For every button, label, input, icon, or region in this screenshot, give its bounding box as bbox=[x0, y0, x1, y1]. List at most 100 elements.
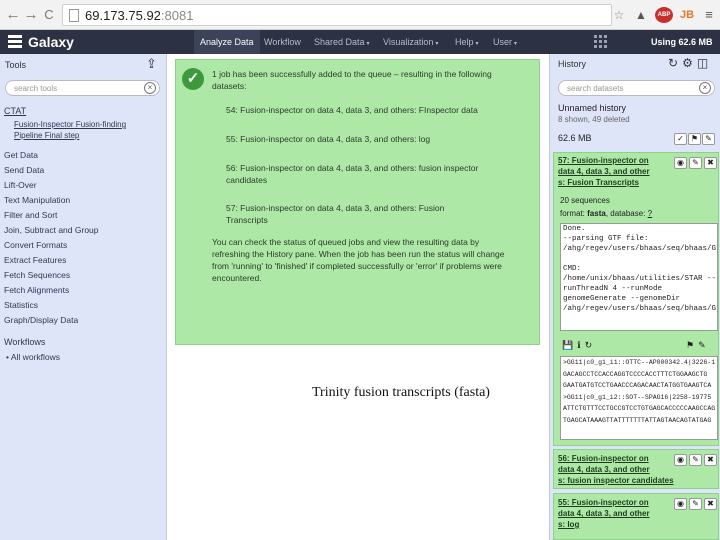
dataset-57[interactable]: 57: Fusion-inspector on data 4, data 3, a… bbox=[553, 152, 719, 446]
adblock-icon[interactable]: ABP bbox=[655, 7, 673, 23]
tab-analyze-data[interactable]: Analyze Data bbox=[194, 30, 260, 54]
tool-section-fetch-alignments[interactable]: Fetch Alignments bbox=[4, 285, 69, 295]
clear-search-icon[interactable]: × bbox=[699, 82, 711, 94]
upload-icon[interactable]: ⇪ bbox=[146, 56, 157, 72]
tool-section-convert-formats[interactable]: Convert Formats bbox=[4, 240, 67, 250]
dataset-entry-54: 54: Fusion-inspector on data 4, data 3, … bbox=[226, 105, 478, 115]
download-icon[interactable]: 💾 bbox=[562, 340, 577, 350]
dataset-entry-57-cont: Transcripts bbox=[226, 215, 268, 225]
menu-icon[interactable]: ≡ bbox=[702, 6, 716, 24]
eye-icon[interactable]: ◉ bbox=[674, 157, 687, 169]
quota-usage: Using 62.6 MB bbox=[651, 37, 713, 47]
delete-icon[interactable]: ✖ bbox=[704, 498, 717, 510]
history-panel: History ↻⚙◫ search datasets × Unnamed hi… bbox=[549, 54, 720, 540]
tab-user[interactable]: User ▾ bbox=[493, 30, 517, 54]
dataset-57-tags: ⚑✎ bbox=[686, 340, 710, 351]
tool-panel: Tools ⇪ search tools × CTAT Fusion-Inspe… bbox=[0, 54, 167, 540]
tool-section-ctat[interactable]: CTAT bbox=[4, 106, 26, 116]
tool-fusion-inspector-line2[interactable]: Pipeline Final step bbox=[14, 131, 79, 140]
tab-shared-data[interactable]: Shared Data ▾ bbox=[314, 30, 370, 54]
dataset-entry-57: 57: Fusion-inspector on data 4, data 3, … bbox=[226, 203, 445, 213]
bookmark-star-icon[interactable]: ☆ bbox=[612, 6, 626, 24]
history-name[interactable]: Unnamed history bbox=[558, 103, 626, 113]
address-bar[interactable]: 69.173.75.92:8081 bbox=[62, 4, 612, 26]
workflows-title: Workflows bbox=[4, 337, 46, 347]
refresh-icon[interactable]: ↻ bbox=[668, 56, 682, 70]
dataset-57-info: Done. --parsing GTF file: /ahg/regev/use… bbox=[560, 223, 718, 331]
galaxy-logo-text[interactable]: Galaxy bbox=[28, 34, 74, 50]
tool-section-filter-sort[interactable]: Filter and Sort bbox=[4, 210, 57, 220]
message-line: datasets: bbox=[212, 81, 247, 91]
tool-section-fetch-sequences[interactable]: Fetch Sequences bbox=[4, 270, 70, 280]
history-title: History bbox=[558, 59, 587, 69]
tools-title: Tools bbox=[5, 60, 27, 70]
dataset-55-title[interactable]: 55: Fusion-inspector on data 4, data 3, a… bbox=[558, 497, 650, 530]
gear-icon[interactable]: ⚙ bbox=[682, 56, 697, 70]
dataset-55[interactable]: 55: Fusion-inspector on data 4, data 3, a… bbox=[553, 493, 719, 540]
rerun-icon[interactable]: ↻ bbox=[585, 340, 597, 350]
slide-caption: Trinity fusion transcripts (fasta) bbox=[312, 385, 490, 400]
reload-icon[interactable]: C bbox=[40, 6, 58, 24]
pencil-icon[interactable]: ✎ bbox=[689, 454, 702, 466]
dataset-57-title[interactable]: 57: Fusion-inspector on data 4, data 3, a… bbox=[558, 155, 650, 188]
tool-section-send-data[interactable]: Send Data bbox=[4, 165, 44, 175]
edit-history-icon[interactable]: ✓ bbox=[674, 133, 687, 145]
annotate-icon[interactable]: ✎ bbox=[702, 133, 715, 145]
tab-visualization[interactable]: Visualization ▾ bbox=[383, 30, 438, 54]
tool-search-input[interactable]: search tools × bbox=[5, 80, 160, 96]
drive-icon[interactable]: ▲ bbox=[634, 6, 648, 24]
clear-search-icon[interactable]: × bbox=[144, 82, 156, 94]
all-workflows-link[interactable]: • All workflows bbox=[6, 352, 60, 362]
message-footer: You can check the status of queued jobs … bbox=[212, 237, 480, 247]
dataset-57-peek: >GG11|c0_g1_i1::OTTC--AP000342.4|3226-1 … bbox=[560, 356, 718, 440]
delete-icon[interactable]: ✖ bbox=[704, 157, 717, 169]
tool-section-text-manipulation[interactable]: Text Manipulation bbox=[4, 195, 70, 205]
tool-section-join-subtract[interactable]: Join, Subtract and Group bbox=[4, 225, 99, 235]
columns-icon[interactable]: ◫ bbox=[697, 56, 712, 70]
tool-section-get-data[interactable]: Get Data bbox=[4, 150, 38, 160]
dataset-57-sequences: 20 sequences bbox=[560, 196, 610, 205]
tool-fusion-inspector[interactable]: Fusion-Inspector Fusion-finding bbox=[14, 120, 126, 129]
browser-toolbar: ← → C 69.173.75.92:8081 ☆ ▲ ABP JB ≡ bbox=[0, 0, 720, 30]
galaxy-masthead: Galaxy Analyze Data Workflow Shared Data… bbox=[0, 30, 720, 54]
annotate-icon[interactable]: ✎ bbox=[698, 340, 710, 350]
back-arrow-icon[interactable]: ← bbox=[4, 6, 22, 24]
delete-icon[interactable]: ✖ bbox=[704, 454, 717, 466]
scratchbook-grid-icon[interactable] bbox=[594, 35, 608, 49]
url-text: 69.173.75.92:8081 bbox=[85, 8, 194, 23]
history-counts: 8 shown, 49 deleted bbox=[558, 115, 630, 124]
tab-help[interactable]: Help ▾ bbox=[455, 30, 479, 54]
success-message: ✓ 1 job has been successfully added to t… bbox=[175, 59, 540, 345]
tag-icon[interactable]: ⚑ bbox=[688, 133, 701, 145]
tag-icon[interactable]: ⚑ bbox=[686, 340, 698, 350]
tool-section-extract-features[interactable]: Extract Features bbox=[4, 255, 66, 265]
history-size: 62.6 MB bbox=[558, 133, 592, 143]
eye-icon[interactable]: ◉ bbox=[674, 498, 687, 510]
extension-icons: ☆ ▲ ABP JB ≡ bbox=[612, 6, 720, 24]
dataset-entry-56-cont: candidates bbox=[226, 175, 268, 185]
history-options: ↻⚙◫ bbox=[668, 56, 712, 70]
message-line: 1 job has been successfully added to the… bbox=[212, 69, 492, 79]
dataset-57-format: format: fasta, database: ? bbox=[560, 209, 653, 218]
page-icon bbox=[69, 9, 79, 22]
tool-section-graph-display[interactable]: Graph/Display Data bbox=[4, 315, 78, 325]
info-icon[interactable]: ℹ bbox=[577, 340, 584, 350]
jb-extension-icon[interactable]: JB bbox=[678, 6, 696, 24]
message-footer: refreshing the History pane. When the jo… bbox=[212, 249, 505, 259]
forward-arrow-icon[interactable]: → bbox=[22, 6, 40, 24]
center-panel: ✓ 1 job has been successfully added to t… bbox=[167, 54, 549, 540]
success-check-icon: ✓ bbox=[182, 68, 204, 90]
tool-section-lift-over[interactable]: Lift-Over bbox=[4, 180, 37, 190]
galaxy-logo-icon[interactable] bbox=[8, 35, 22, 49]
message-footer: from 'running' to 'finished' if complete… bbox=[212, 261, 502, 271]
tab-workflow[interactable]: Workflow bbox=[264, 30, 301, 54]
dataset-56[interactable]: 56: Fusion-inspector on data 4, data 3, a… bbox=[553, 449, 719, 489]
dataset-57-actions: 💾ℹ↻ bbox=[562, 340, 596, 351]
dataset-56-title[interactable]: 56: Fusion-inspector on data 4, data 3, a… bbox=[558, 453, 674, 486]
tool-section-statistics[interactable]: Statistics bbox=[4, 300, 38, 310]
history-search-input[interactable]: search datasets × bbox=[558, 80, 715, 96]
pencil-icon[interactable]: ✎ bbox=[689, 498, 702, 510]
message-footer: encountered. bbox=[212, 273, 262, 283]
pencil-icon[interactable]: ✎ bbox=[689, 157, 702, 169]
eye-icon[interactable]: ◉ bbox=[674, 454, 687, 466]
